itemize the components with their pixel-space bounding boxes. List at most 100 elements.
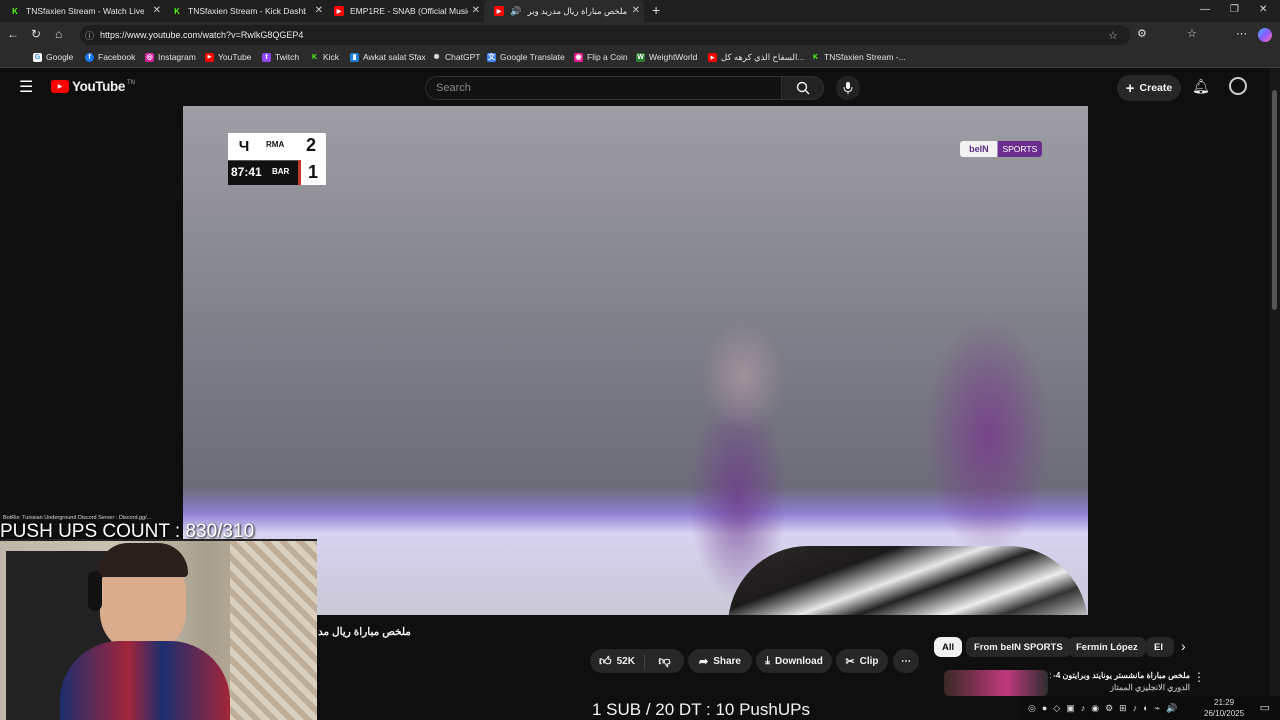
like-dislike-group: 👍︎ 52K 👎︎ [590, 649, 684, 673]
favorites-icon[interactable]: ☆ [1187, 27, 1197, 40]
thumbs-down-icon: 👎︎ [658, 653, 671, 668]
clock-time[interactable]: 21:29 [1204, 697, 1244, 708]
dislike-button[interactable]: 👎︎ [645, 654, 684, 669]
search-icon [796, 81, 809, 95]
side-video-thumbnail[interactable] [944, 670, 1048, 696]
site-info-icon[interactable]: ⓘ [85, 29, 94, 42]
bookmark-google-translate[interactable]: 文 Google Translate [487, 52, 565, 62]
bookmark-flip-a-coin[interactable]: ◉ Flip a Coin [574, 52, 628, 62]
bookmark-label: Instagram [158, 52, 196, 62]
url-field[interactable]: ⓘ https://www.youtube.com/watch?v=RwlkG8… [80, 25, 1130, 45]
notifications-icon[interactable]: 🔔︎ [1192, 78, 1210, 95]
avatar[interactable] [1229, 77, 1247, 95]
notification-center-icon[interactable]: ▭ [1260, 701, 1270, 714]
scissors-icon: ✂ [845, 655, 855, 668]
copilot-icon[interactable] [1258, 28, 1272, 42]
mosque-icon: ▮ [350, 52, 359, 62]
thumbs-up-icon: 👍︎ [599, 653, 612, 668]
clock-date[interactable]: 26/10/2025 [1204, 708, 1244, 719]
bookmark-arabic-video[interactable]: ▶ السفاح الذي كرهه كل... [708, 52, 804, 63]
browser-tab[interactable]: K TNSfaxien Stream - Kick Dashboa ✕ [162, 0, 327, 22]
side-video-title[interactable]: ملخص مباراة مانشستر يونايتد وبرايتون 4- … [1050, 671, 1190, 680]
youtube-icon: ▶ [708, 53, 717, 62]
bein-text: beIN [969, 144, 989, 154]
home-team: RMA [266, 140, 285, 149]
more-actions-button[interactable]: ⋯ [893, 649, 919, 673]
bookmark-facebook[interactable]: f Facebook [85, 52, 135, 62]
video-title: ملخص مباراة ريال مد [318, 626, 411, 638]
minimize-icon[interactable]: — [1200, 4, 1210, 15]
bookmark-instagram[interactable]: ◎ Instagram [145, 52, 196, 62]
away-team: BAR [272, 167, 290, 176]
youtube-play-icon: ▶ [51, 80, 69, 93]
home-icon[interactable]: ⌂ [55, 27, 62, 41]
tab-title: EMP1RE - SNAB (Official Music V [350, 6, 468, 16]
close-tab-icon[interactable]: ✕ [472, 5, 480, 16]
bookmark-youtube[interactable]: ▶ YouTube [205, 52, 251, 62]
close-tab-icon[interactable]: ✕ [153, 5, 161, 16]
bookmark-kick[interactable]: K Kick [310, 52, 339, 62]
chip-fermin-lopez[interactable]: Fermín López [1068, 637, 1146, 657]
download-button[interactable]: ⤓ Download [756, 649, 832, 673]
bein-sports-logo: beIN SPORTS [960, 141, 1042, 157]
microphone-icon [843, 82, 853, 94]
twitch-icon: t [262, 52, 271, 62]
maximize-icon[interactable]: ❐ [1230, 4, 1239, 15]
more-icon[interactable]: ⋯ [1236, 27, 1247, 40]
chip-all[interactable]: All [934, 637, 963, 657]
bookmark-label: WeightWorld [649, 52, 698, 62]
share-icon: ➦ [698, 655, 709, 668]
tab-title: ملخص مباراة ريال مدريد وبرشـ [527, 5, 628, 16]
page-scrollbar[interactable] [1270, 68, 1280, 696]
new-tab-icon[interactable]: + [652, 2, 660, 18]
browser-tab-active[interactable]: ▶ 🔊 ملخص مباراة ريال مدريد وبرشـ ✕ [484, 0, 644, 22]
kick-icon: K [812, 53, 819, 61]
curtain [230, 541, 317, 720]
reload-icon[interactable]: ↻ [31, 27, 41, 41]
tray-icons[interactable]: ◎●◇▣♪◉⚙⊞♪◐⌁🔊 [1028, 703, 1183, 714]
back-icon[interactable]: ← [7, 27, 19, 41]
youtube-logo[interactable]: ▶ YouTube TN [51, 79, 135, 94]
like-button[interactable]: 👍︎ 52K [590, 653, 645, 669]
close-window-icon[interactable]: ✕ [1259, 4, 1267, 15]
menu-icon[interactable]: ☰ [19, 77, 33, 97]
chip-from-bein[interactable]: From beIN SPORTS [966, 637, 1071, 657]
bookmark-label: Google Translate [500, 52, 565, 62]
scrollbar-thumb[interactable] [1272, 90, 1277, 310]
youtube-icon: ▶ [205, 52, 214, 62]
chip-partial[interactable]: El [1146, 637, 1174, 657]
speaker-icon[interactable]: 🔊 [510, 6, 521, 17]
browser-tab[interactable]: K TNSfaxien Stream - Watch Live on ✕ [0, 0, 165, 22]
close-tab-icon[interactable]: ✕ [632, 5, 640, 16]
laliga-logo: Ч [228, 133, 260, 159]
create-button[interactable]: + Create [1117, 75, 1181, 101]
bookmark-label: Kick [323, 52, 340, 62]
bookmark-twitch[interactable]: t Twitch [262, 52, 299, 62]
browser-tab[interactable]: ▶ EMP1RE - SNAB (Official Music V ✕ [324, 0, 484, 22]
google-icon: G [33, 52, 42, 62]
youtube-icon: ▶ [334, 6, 344, 16]
voice-search-button[interactable] [836, 76, 860, 100]
coin-icon: ◉ [574, 52, 583, 62]
kick-icon: K [174, 6, 180, 16]
scoreboard: Ч RMA 2 87:41 BAR 1 [228, 133, 326, 185]
search-button[interactable] [782, 76, 824, 100]
star-icon[interactable]: ☆ [1108, 29, 1118, 42]
side-video-subtitle: الدوري الانجليزي الممتاز [1110, 683, 1190, 692]
share-button[interactable]: ➦ Share [688, 649, 752, 673]
bookmark-awkat-salat[interactable]: ▮ Awkat salat Sfax [350, 52, 426, 62]
chevron-right-icon[interactable]: › [1181, 638, 1186, 654]
translate-icon: 文 [487, 52, 496, 62]
search-input[interactable]: Search [425, 76, 782, 100]
more-vert-icon[interactable]: ⋮ [1193, 670, 1205, 684]
close-tab-icon[interactable]: ✕ [315, 5, 323, 16]
bookmark-label: ChatGPT [445, 52, 481, 62]
clip-button[interactable]: ✂ Clip [836, 649, 888, 673]
extensions-icon[interactable]: ⚙ [1137, 27, 1147, 40]
bookmark-weightworld[interactable]: W WeightWorld [636, 52, 697, 62]
bookmark-chatgpt[interactable]: ✺ ChatGPT [432, 52, 481, 62]
bookmark-google[interactable]: G Google [33, 52, 73, 62]
video-player[interactable]: Ч RMA 2 87:41 BAR 1 beIN SPORTS [183, 106, 1088, 615]
chip-label: From beIN SPORTS [974, 641, 1063, 653]
bookmark-tnsfaxien[interactable]: K TNSfaxien Stream -... [811, 52, 906, 62]
